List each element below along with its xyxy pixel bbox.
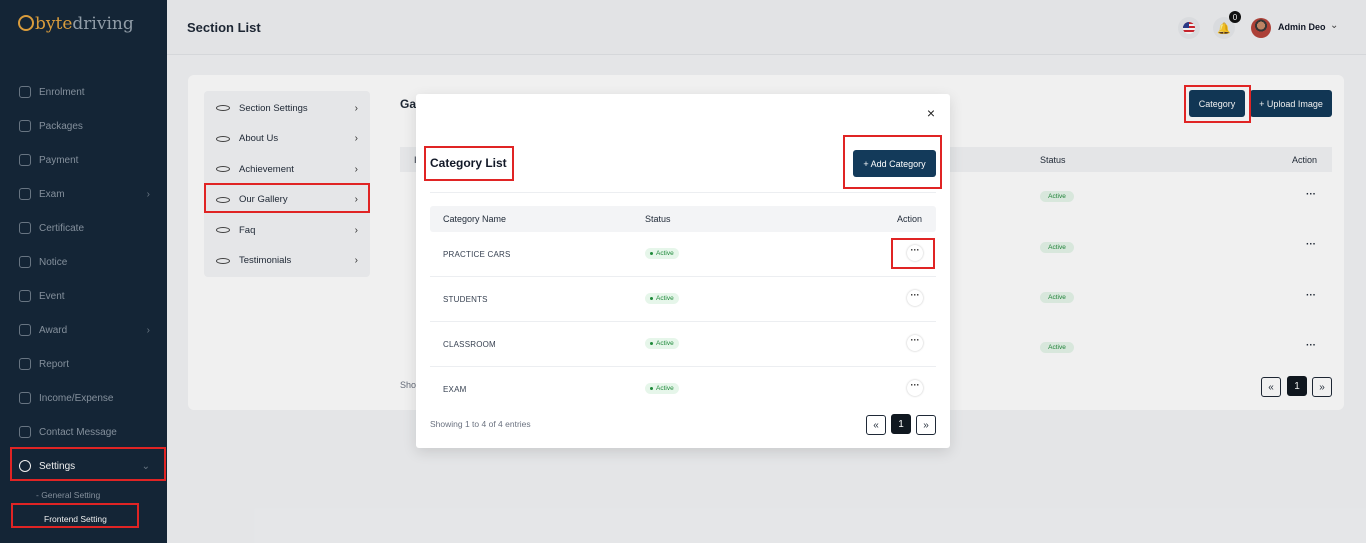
category-name: CLASSROOM — [443, 340, 496, 349]
modal-pagination-page-1[interactable]: 1 — [891, 414, 911, 434]
highlight-row-action — [891, 238, 935, 269]
highlight-our-gallery — [204, 183, 370, 213]
category-name: PRACTICE CARS — [443, 250, 511, 259]
table-row: STUDENTS Active ··· — [430, 277, 936, 322]
row-actions-button[interactable]: ··· — [907, 380, 923, 396]
entries-info: Showing 1 to 4 of 4 entries — [430, 419, 531, 429]
divider — [430, 192, 936, 193]
table-row: PRACTICE CARS Active ··· — [430, 232, 936, 277]
table-row: CLASSROOM Active ··· — [430, 322, 936, 367]
highlight-category-button — [1184, 85, 1251, 123]
category-name: STUDENTS — [443, 295, 488, 304]
category-name: EXAM — [443, 385, 467, 394]
highlight-add-category — [843, 135, 942, 189]
status-badge: Active — [645, 293, 679, 304]
category-table-header: Category Name Status Action — [430, 206, 936, 232]
row-actions-button[interactable]: ··· — [907, 290, 923, 306]
table-row: EXAM Active ··· — [430, 367, 936, 412]
column-header-action: Action — [897, 214, 923, 224]
column-header-status: Status — [645, 214, 671, 224]
row-actions-button[interactable]: ··· — [907, 335, 923, 351]
highlight-settings — [10, 447, 166, 481]
highlight-frontend-setting — [11, 503, 139, 528]
column-header-name: Category Name — [443, 214, 507, 224]
modal-pagination-next[interactable]: » — [916, 415, 936, 435]
modal-pagination-prev[interactable]: « — [866, 415, 886, 435]
status-badge: Active — [645, 383, 679, 394]
close-icon[interactable]: × — [924, 106, 938, 120]
status-badge: Active — [645, 248, 679, 259]
highlight-category-list-title — [424, 146, 514, 181]
status-badge: Active — [645, 338, 679, 349]
